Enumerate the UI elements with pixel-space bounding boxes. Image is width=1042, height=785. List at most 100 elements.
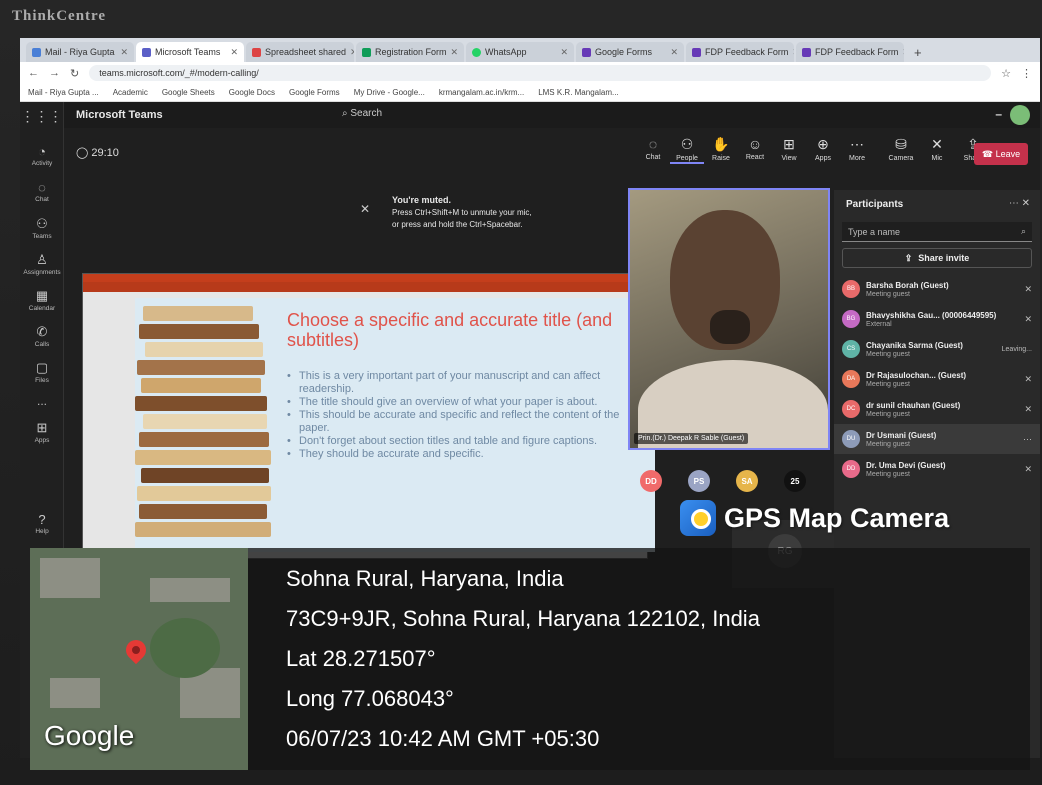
browser-tab[interactable]: Spreadsheet shared ✕ [246, 42, 354, 62]
people-button[interactable]: ⚇ People [670, 136, 704, 164]
participant-row[interactable]: DC dr sunil chauhan (Guest) Meeting guest ✕ [834, 394, 1040, 424]
mic-off-icon: ✕ [931, 136, 943, 152]
react-button[interactable]: ☺ React [738, 136, 772, 161]
bookmark[interactable]: Google Sheets [162, 88, 215, 97]
close-icon[interactable]: ✕ [670, 47, 678, 58]
slide-bullet: They should be accurate and specific. [287, 448, 647, 461]
rail-files[interactable]: ▢ Files [20, 360, 64, 384]
bookmark[interactable]: My Drive - Google... [354, 88, 425, 97]
camera-button[interactable]: ⛁ Camera [884, 136, 918, 162]
browser-tab[interactable]: FDP Feedback Form✕ [686, 42, 794, 62]
rail-chat[interactable]: ◌ Chat [20, 180, 64, 203]
close-icon[interactable]: ✕ [560, 47, 568, 58]
mic-off-icon: ✕ [1024, 463, 1032, 474]
slide-bullets: This is a very important part of your ma… [287, 370, 647, 461]
close-icon[interactable]: ✕ [792, 47, 794, 58]
mic-off-icon: ✕ [1024, 403, 1032, 414]
muted-notice: You're muted. Press Ctrl+Shift+M to unmu… [392, 195, 532, 229]
browser-tab-active[interactable]: Microsoft Teams ✕ [136, 42, 244, 62]
overflow-count[interactable]: 25 [784, 470, 806, 492]
close-icon[interactable]: ✕ [902, 47, 904, 58]
ellipsis-icon: ⋯ [850, 136, 864, 152]
browser-tab[interactable]: WhatsApp ✕ [466, 42, 574, 62]
help-icon: ? [38, 512, 46, 527]
participant-row[interactable]: DD Dr. Uma Devi (Guest) Meeting guest ✕ [834, 454, 1040, 484]
speaker-video[interactable]: Prin.(Dr.) Deepak R Sable (Guest) [628, 188, 830, 450]
avatar[interactable] [1010, 105, 1030, 125]
forward-icon[interactable]: → [49, 67, 60, 79]
mic-off-icon: ✕ [360, 202, 371, 216]
bell-icon: ◔ [38, 144, 46, 159]
minimize-icon[interactable]: – [995, 107, 1002, 121]
bookmark[interactable]: Academic [113, 88, 148, 97]
reload-icon[interactable]: ↻ [70, 67, 79, 80]
mic-button[interactable]: ✕ Mic [920, 136, 954, 162]
phone-icon: ✆ [36, 324, 48, 339]
menu-icon[interactable]: ⋮ [1021, 67, 1032, 80]
close-icon[interactable]: ✕ [350, 47, 354, 58]
share-invite-button[interactable]: ⇪ Share invite [842, 248, 1032, 268]
rail-activity[interactable]: ◔ Activity [20, 144, 64, 167]
app-launcher-icon[interactable]: ⋮⋮⋮ [20, 102, 63, 125]
rail-calendar[interactable]: ▦ Calendar [20, 288, 64, 312]
close-icon[interactable]: ✕ [451, 47, 459, 58]
star-icon[interactable]: ☆ [1001, 67, 1011, 80]
leave-button[interactable]: ☎ Leave [974, 143, 1028, 165]
search-input[interactable]: ⌕ Search [342, 108, 382, 119]
browser-tab[interactable]: Mail - Riya Gupta ✕ [26, 42, 134, 62]
apps-icon: ⊞ [36, 420, 48, 435]
more-button[interactable]: ⋯ More [840, 136, 874, 162]
chat-button[interactable]: ◌ Chat [636, 136, 670, 161]
apps-button[interactable]: ⊕ Apps [806, 136, 840, 162]
speaker-name: Prin.(Dr.) Deepak R Sable (Guest) [634, 433, 749, 444]
browser-tabbar: Mail - Riya Gupta ✕ Microsoft Teams ✕ Spre… [20, 38, 1040, 62]
bookmark[interactable]: Google Docs [229, 88, 275, 97]
view-button[interactable]: ⊞ View [772, 136, 806, 162]
participant-row-hovered[interactable]: DU Dr Usmani (Guest) Meeting guest ⋯ [834, 424, 1040, 454]
rail-more[interactable]: ... [20, 394, 64, 408]
forms-icon [802, 47, 811, 57]
back-icon[interactable]: ← [28, 67, 39, 79]
location-pin-icon [121, 635, 151, 665]
close-icon[interactable]: ⋯ ✕ [1009, 198, 1030, 209]
url-field[interactable]: teams.microsoft.com/_#/modern-calling/ [89, 65, 992, 81]
hand-icon: ✋ [712, 136, 730, 152]
participant-row[interactable]: BG Bhavyshikha Gau... (00006449595) Extern… [834, 304, 1040, 334]
mic-off-icon: ✕ [1024, 373, 1032, 384]
bookmark[interactable]: Mail - Riya Gupta ... [28, 88, 99, 97]
bookmark[interactable]: LMS K.R. Mangalam... [538, 88, 618, 97]
new-tab-icon[interactable]: + [906, 45, 930, 62]
whatsapp-icon [472, 47, 481, 57]
avatar[interactable]: DD [640, 470, 662, 492]
raise-button[interactable]: ✋ Raise [704, 136, 738, 162]
rail-calls[interactable]: ✆ Calls [20, 324, 64, 348]
rail-teams[interactable]: ⚇ Teams [20, 216, 64, 240]
browser-tab[interactable]: Google Forms ✕ [576, 42, 684, 62]
participant-row[interactable]: DA Dr Rajasulochan... (Guest) Meeting gues… [834, 364, 1040, 394]
slide-bullet: This is a very important part of your ma… [287, 370, 647, 396]
rail-help[interactable]: ? Help [20, 512, 64, 535]
app-title: Microsoft Teams [76, 109, 163, 121]
close-icon[interactable]: ✕ [120, 47, 128, 58]
rail-apps[interactable]: ⊞ Apps [20, 420, 64, 444]
address-bar: ← → ↻ teams.microsoft.com/_#/modern-call… [20, 62, 1040, 84]
bookmark[interactable]: Google Forms [289, 88, 340, 97]
close-icon[interactable]: ✕ [230, 47, 238, 58]
bookmark[interactable]: krmangalam.ac.in/krm... [439, 88, 524, 97]
participant-row[interactable]: BB Barsha Borah (Guest) Meeting guest ✕ [834, 274, 1040, 304]
rail-assignments[interactable]: ♙ Assignments [20, 252, 64, 276]
shared-screen: Choose a specific and accurate title (an… [82, 273, 655, 559]
mail-icon [32, 47, 41, 57]
participant-strip: DD PS SA 25 [640, 470, 806, 492]
gps-longitude: Long 77.068043° [286, 686, 454, 711]
browser-tab[interactable]: FDP Feedback Form✕ [796, 42, 904, 62]
browser-tab[interactable]: Registration Form ✕ [356, 42, 464, 62]
gps-brand: GPS Map Camera [680, 500, 949, 536]
map-thumbnail: Google [30, 548, 248, 770]
ellipsis-icon[interactable]: ⋯ [1023, 434, 1032, 445]
camera-pin-icon [680, 500, 716, 536]
avatar[interactable]: PS [688, 470, 710, 492]
participant-row[interactable]: CS Chayanika Sarma (Guest) Meeting guest Le… [834, 334, 1040, 364]
avatar[interactable]: SA [736, 470, 758, 492]
participant-search[interactable]: Type a name ⌕ [842, 222, 1032, 242]
